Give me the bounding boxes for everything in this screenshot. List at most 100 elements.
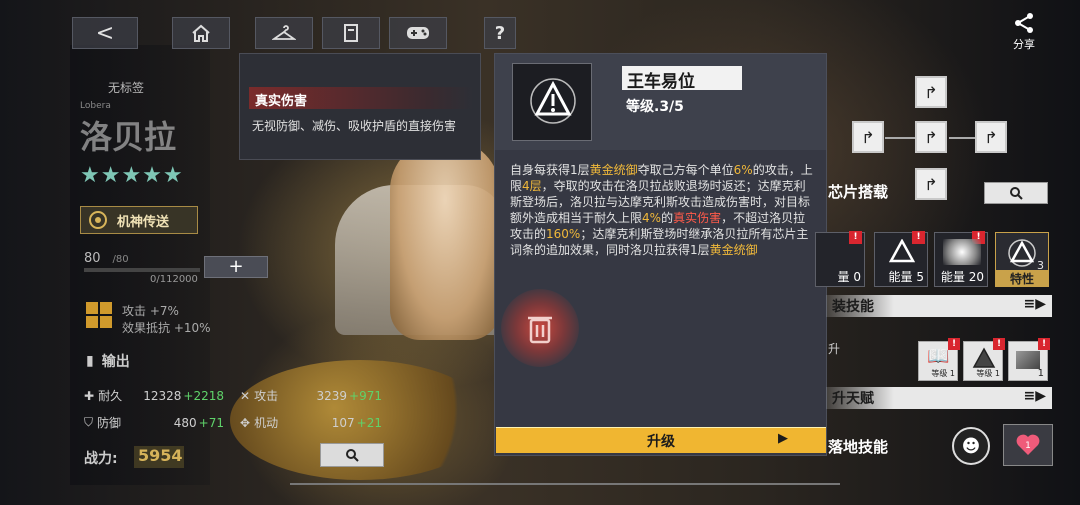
slot-label: 能量 5 xyxy=(888,270,924,284)
stat-bonus: +971 xyxy=(349,388,382,403)
level-up-button[interactable]: + xyxy=(204,256,268,278)
exp-value: 0/112000 xyxy=(150,274,198,285)
warning-triangle-icon xyxy=(889,239,915,263)
star-rating: ★★★★★ xyxy=(80,163,184,188)
back-icon: < xyxy=(95,20,115,46)
character-name: 洛贝拉 xyxy=(80,118,177,156)
chip-arrow-icon: ↱ xyxy=(924,127,938,147)
play-arrow-icon: ▶ xyxy=(778,431,788,446)
alert-badge: ! xyxy=(849,231,862,244)
chip-load-label: 芯片搭载 xyxy=(828,183,889,201)
sword-icon: ▮ xyxy=(86,353,94,369)
stat-bonus: +21 xyxy=(356,415,382,430)
chip-node[interactable]: ↱ xyxy=(915,121,947,153)
svg-text:1: 1 xyxy=(1025,441,1031,451)
emote-button[interactable]: ☻ xyxy=(952,427,990,465)
warning-triangle-icon xyxy=(1008,239,1036,267)
archive-button[interactable] xyxy=(322,17,380,49)
skill-icon xyxy=(512,63,592,141)
share-icon xyxy=(1015,13,1033,33)
chip-arrow-icon: ↱ xyxy=(861,127,875,147)
inspect-button[interactable] xyxy=(320,443,384,467)
magnifier-icon xyxy=(1010,187,1023,200)
promote-item[interactable]: ! 📖 等级 1 xyxy=(918,338,960,381)
character-art xyxy=(390,140,500,340)
help-button[interactable]: ? xyxy=(484,17,516,49)
equip-skill-bar[interactable]: 装技能 ≡▶ xyxy=(826,295,1052,317)
hanger-icon xyxy=(272,25,296,40)
durability-icon: ✚ xyxy=(84,388,95,403)
chip-node[interactable]: ↱ xyxy=(852,121,884,153)
chip-search-button[interactable] xyxy=(984,182,1048,204)
keyword-tooltip: 真实伤害 无视防御、减伤、吸收护盾的直接伤害 xyxy=(239,53,481,160)
desc-run: 4层 xyxy=(522,179,542,193)
question-icon: ? xyxy=(494,22,506,44)
home-button[interactable] xyxy=(172,17,230,49)
desc-run: 160% xyxy=(546,227,581,241)
skill-slot[interactable]: ! 能量 20 xyxy=(934,231,988,287)
power-value: 5954 xyxy=(134,446,184,468)
book-icon: 📖 xyxy=(927,346,950,367)
gamepad-button[interactable] xyxy=(389,17,447,49)
level-value: 80/80 xyxy=(84,251,129,266)
talent-bar[interactable]: 升天赋 ≡▶ xyxy=(826,387,1052,409)
stat-row-attack: ✕ 攻击 3239 +971 xyxy=(240,387,382,404)
upgrade-button[interactable]: 升级 ▶ xyxy=(496,427,826,453)
skill-slot[interactable]: ! 能量 5 xyxy=(874,231,928,287)
chip-arrow-icon: ↱ xyxy=(924,82,938,102)
teleport-button[interactable]: 机神传送 xyxy=(80,206,198,234)
promote-label: 升 xyxy=(828,342,841,356)
talent-label: 升天赋 xyxy=(832,391,874,407)
desc-run: 夺取己方每个单位 xyxy=(637,163,734,177)
trash-icon xyxy=(528,316,552,344)
burst-icon xyxy=(943,239,981,265)
desc-run: 6% xyxy=(733,163,753,177)
bonus-attack: 攻击 +7% xyxy=(122,304,179,318)
stat-row-defense: ⛉ 防御 480 +71 xyxy=(84,414,224,431)
tag-label: 无标签 xyxy=(108,81,145,95)
role-row: ▮ 输出 xyxy=(86,351,130,371)
chip-arrow-icon: ↱ xyxy=(984,127,998,147)
promote-item[interactable]: ! 等级 1 xyxy=(963,338,1005,381)
chip-node[interactable]: ↱ xyxy=(975,121,1007,153)
share-label: 分享 xyxy=(1013,38,1035,51)
mobility-icon: ✥ xyxy=(240,415,251,430)
desc-run: 真实伤害 xyxy=(673,211,722,225)
slot-label: 特性 xyxy=(996,270,1048,286)
gamepad-icon xyxy=(407,27,429,39)
stat-base: 3239 xyxy=(316,388,348,403)
item-level: 1 xyxy=(1037,368,1044,379)
alert-badge: ! xyxy=(948,338,960,350)
list-arrow-icon: ≡▶ xyxy=(1023,388,1047,404)
discard-button[interactable] xyxy=(501,289,579,367)
character-name-en: Lobera xyxy=(80,101,111,111)
skill-slot[interactable]: ! 量 0 xyxy=(815,231,865,287)
desc-run: 4% xyxy=(642,211,662,225)
skill-level: 等级.3/5 xyxy=(626,99,684,115)
chip-node[interactable]: ↱ xyxy=(915,76,947,108)
back-button[interactable]: < xyxy=(72,17,138,49)
attack-icon: ✕ xyxy=(240,388,251,403)
tooltip-body: 无视防御、减伤、吸收护盾的直接伤害 xyxy=(252,119,457,133)
slot-label: 量 0 xyxy=(837,270,861,284)
affection-button[interactable]: 1 xyxy=(1003,424,1053,466)
skill-description: 自身每获得1层黄金统御夺取己方每个单位6%的攻击，上限4层，夺取的攻击在洛贝拉战… xyxy=(510,162,813,258)
bonus-resist: 效果抵抗 +10% xyxy=(122,321,211,335)
slot-label: 能量 20 xyxy=(940,270,984,284)
promote-item[interactable]: ! 1 xyxy=(1008,338,1050,381)
desc-run: 黄金统御 xyxy=(709,243,758,257)
skill-detail-popup: 王车易位 等级.3/5 自身每获得1层黄金统御夺取己方每个单位6%的攻击，上限4… xyxy=(494,53,827,456)
stat-bonus: +71 xyxy=(198,415,224,430)
defense-icon: ⛉ xyxy=(84,415,94,429)
wardrobe-button[interactable] xyxy=(255,17,313,49)
stat-base: 107 xyxy=(331,415,355,430)
warning-triangle-icon xyxy=(972,347,996,368)
teleport-label: 机神传送 xyxy=(117,214,170,230)
chip-node[interactable]: ↱ xyxy=(915,168,947,200)
home-icon xyxy=(192,24,210,42)
stat-label: 防御 xyxy=(97,416,122,430)
trait-slot[interactable]: 3 特性 xyxy=(995,232,1049,287)
desc-run: 黄金统御 xyxy=(589,163,638,177)
share-button[interactable]: 分享 xyxy=(1004,12,1044,56)
power-label: 战力: xyxy=(84,451,118,467)
